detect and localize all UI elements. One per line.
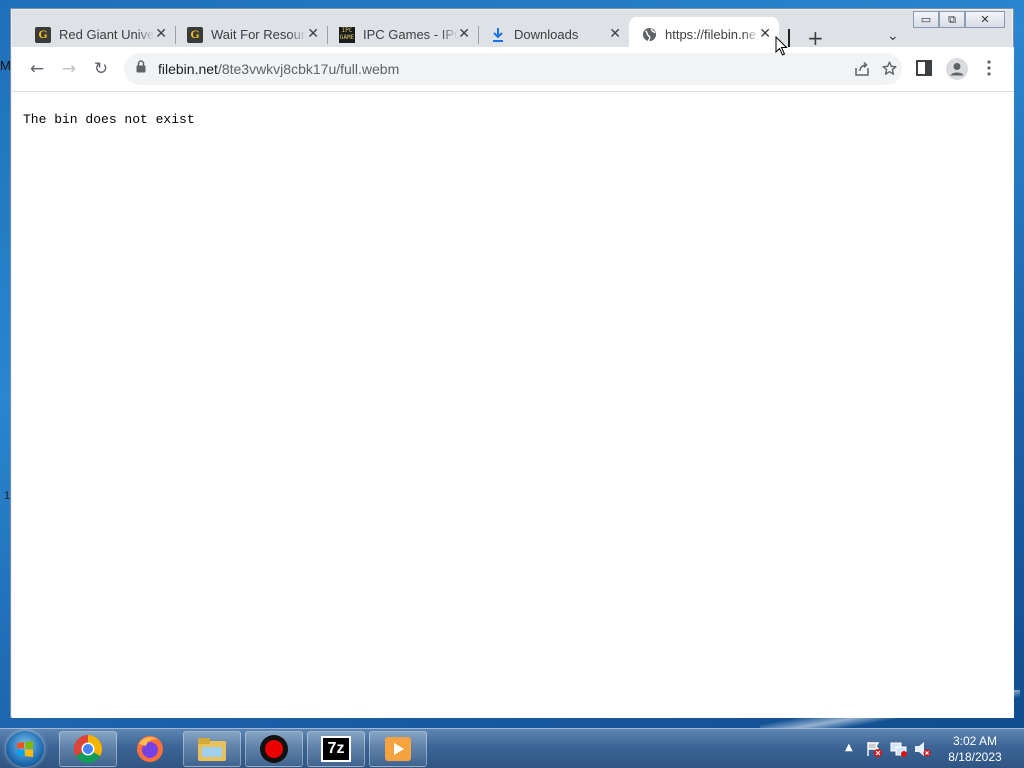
windows-logo-icon <box>17 741 33 757</box>
bookmark-star-icon[interactable] <box>881 60 898 82</box>
g-favicon: G <box>35 26 51 43</box>
chrome-icon[interactable] <box>59 731 117 767</box>
tab-close-icon[interactable]: ✕ <box>759 27 771 41</box>
url-text[interactable]: filebin.net/8te3vwkvj8cbk17u/full.webm <box>158 61 399 77</box>
tab-close-icon[interactable]: ✕ <box>307 27 319 41</box>
browser-window: ▭ ⧉ ✕ G Red Giant Unive ✕ G Wait For Res… <box>10 8 1014 718</box>
clock-date: 8/18/2023 <box>948 750 1002 764</box>
restore-button[interactable]: ⧉ <box>939 11 965 28</box>
back-button[interactable]: ← <box>27 59 47 79</box>
start-button[interactable] <box>6 731 44 767</box>
tab-label: Wait For Resour <box>211 27 306 42</box>
tab-close-icon[interactable]: ✕ <box>155 27 167 41</box>
7zip-label: 7z <box>321 736 351 762</box>
forward-button[interactable]: → <box>59 59 79 79</box>
action-center-flag-icon[interactable] <box>866 741 882 762</box>
clock-time: 3:02 AM <box>952 734 998 748</box>
7zip-icon[interactable]: 7z <box>307 731 365 767</box>
url-path: /8te3vwkvj8cbk17u/full.webm <box>217 61 400 77</box>
recorder-icon[interactable] <box>245 731 303 767</box>
tab-label: IPC Games - IPC <box>363 27 458 42</box>
share-icon[interactable] <box>854 61 870 82</box>
tab-label: https://filebin.ne <box>665 27 757 42</box>
taskbar: 7z ▲ 3:02 AM 8/18/2023 <box>0 728 1024 768</box>
side-panel-icon[interactable] <box>916 60 932 81</box>
mouse-cursor-icon <box>775 35 788 61</box>
download-icon <box>490 27 506 43</box>
firefox-icon[interactable] <box>121 731 179 767</box>
tab-label: Downloads <box>514 27 579 42</box>
more-menu-icon[interactable] <box>986 60 992 81</box>
tab-close-icon[interactable]: ✕ <box>609 27 621 41</box>
tray-expand-icon[interactable]: ▲ <box>845 742 853 753</box>
window-controls: ▭ ⧉ ✕ <box>913 11 1005 29</box>
volume-muted-icon[interactable] <box>914 741 932 762</box>
page-content: The bin does not exist <box>12 91 1014 718</box>
lock-icon[interactable] <box>136 60 146 78</box>
url-host: filebin.net <box>158 61 218 77</box>
browser-toolbar: ← → ↻ filebin.net/8te3vwkvj8cbk17u/full.… <box>12 47 1014 91</box>
system-clock[interactable]: 3:02 AM 8/18/2023 <box>940 733 1010 765</box>
tab-search-button[interactable]: ⌄ <box>887 28 899 44</box>
tab-label: Red Giant Unive <box>59 27 154 42</box>
reload-button[interactable]: ↻ <box>91 59 111 79</box>
error-message: The bin does not exist <box>23 112 195 127</box>
globe-icon <box>641 27 657 43</box>
minimize-button[interactable]: ▭ <box>913 11 939 28</box>
g-favicon: G <box>187 26 203 43</box>
media-player-icon[interactable] <box>369 731 427 767</box>
ipc-favicon: IPC GAME <box>339 26 355 43</box>
file-explorer-icon[interactable] <box>183 731 241 767</box>
tab-close-icon[interactable]: ✕ <box>458 27 470 41</box>
profile-avatar-icon[interactable] <box>946 58 968 85</box>
close-window-button[interactable]: ✕ <box>965 11 1005 28</box>
network-icon[interactable] <box>890 741 908 762</box>
